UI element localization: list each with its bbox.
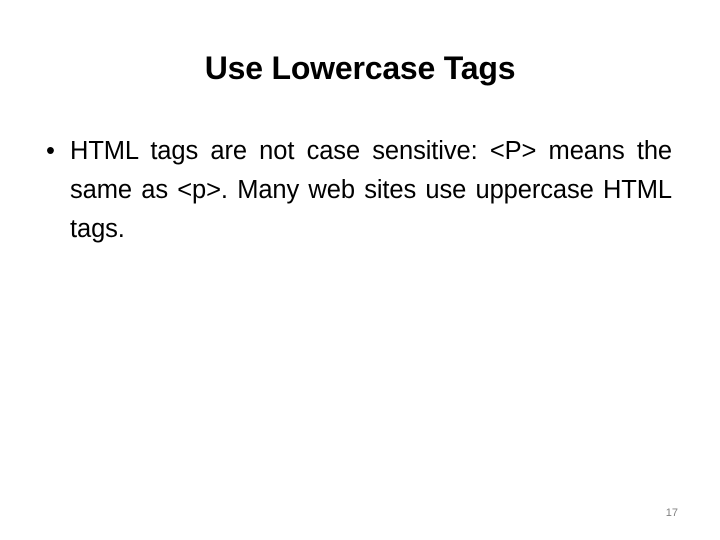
bullet-dot-icon: • <box>46 137 55 165</box>
page-title: Use Lowercase Tags <box>204 50 516 86</box>
list-item: • HTML tags are not case sensitive: <P> … <box>40 132 672 288</box>
slide-body: • HTML tags are not case sensitive: <P> … <box>40 132 672 288</box>
slide: Use Lowercase Tags • HTML tags are not c… <box>0 0 720 540</box>
page-number: 17 <box>665 507 678 519</box>
list-item-text: HTML tags are not case sensitive: <P> me… <box>70 137 672 243</box>
